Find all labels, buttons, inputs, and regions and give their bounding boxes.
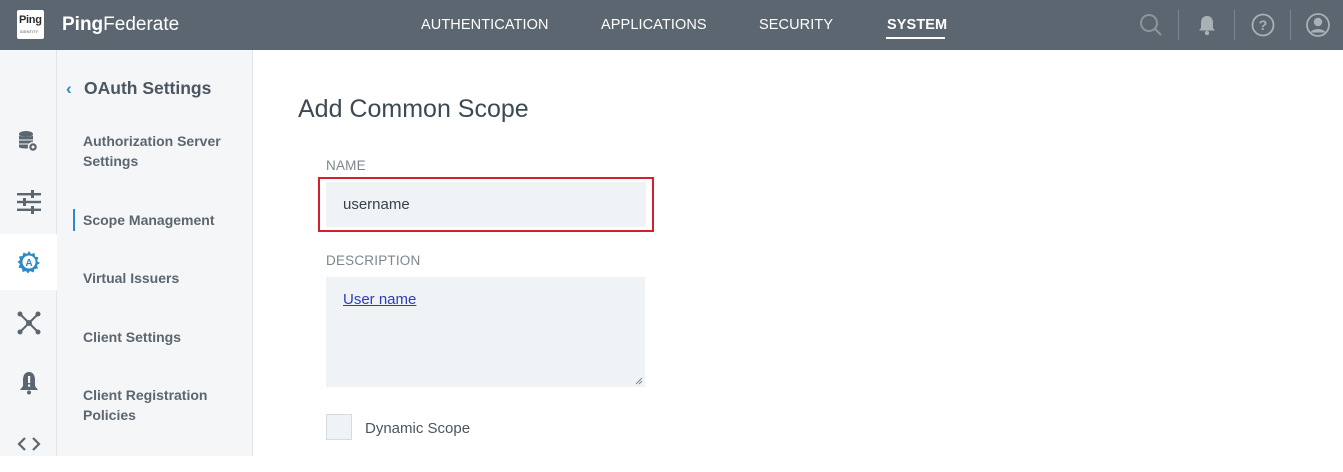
nav-security[interactable]: SECURITY	[759, 17, 833, 33]
bell-icon[interactable]	[1194, 12, 1220, 38]
oauth-settings-subnav: ‹ OAuth Settings Authorization Server Set…	[57, 50, 253, 456]
rail-item-code[interactable]	[0, 416, 57, 472]
data-stores-icon	[19, 131, 39, 153]
description-field[interactable]: User name	[326, 277, 645, 387]
back-link-oauth-settings[interactable]: ‹ OAuth Settings	[66, 78, 211, 99]
name-field-highlight	[318, 177, 654, 232]
name-label: NAME	[326, 158, 366, 173]
top-divider	[1234, 10, 1235, 40]
chevron-left-icon: ‹	[66, 79, 72, 98]
ping-logo[interactable]: Ping IDENTITY	[17, 10, 44, 39]
alerts-icon	[20, 372, 38, 395]
oauth-gear-icon: A	[17, 251, 40, 274]
description-label: DESCRIPTION	[326, 253, 421, 268]
rail-item-alerts[interactable]	[0, 355, 57, 411]
subnav-item-virtual-issuers[interactable]: Virtual Issuers	[83, 268, 243, 288]
logo-subtext: IDENTITY	[20, 29, 39, 34]
svg-text:?: ?	[1259, 17, 1268, 33]
product-name-rest: Federate	[103, 14, 180, 35]
rail-item-oauth[interactable]: A	[0, 234, 57, 290]
subnav-item-client-settings[interactable]: Client Settings	[83, 327, 243, 347]
search-icon[interactable]	[1138, 12, 1164, 38]
subnav-item-authorization-server-settings[interactable]: Authorization Server Settings	[83, 131, 243, 171]
page-title: Add Common Scope	[298, 95, 529, 123]
dynamic-scope-checkbox[interactable]	[326, 414, 352, 440]
resize-handle-icon[interactable]	[635, 377, 643, 385]
svg-text:A: A	[25, 258, 32, 269]
logo-text: Ping	[19, 14, 42, 26]
back-link-label: OAuth Settings	[84, 78, 212, 98]
subnav-item-scope-management[interactable]: Scope Management	[83, 210, 243, 230]
nav-system[interactable]: SYSTEM	[887, 17, 947, 33]
rail-item-data-stores[interactable]	[0, 114, 57, 170]
rail-item-settings[interactable]	[0, 174, 57, 230]
dynamic-scope-label[interactable]: Dynamic Scope	[365, 420, 470, 437]
help-icon[interactable]: ?	[1250, 12, 1276, 38]
product-name: PingFederate	[62, 14, 179, 36]
active-indicator	[73, 209, 75, 231]
product-name-bold: Ping	[62, 14, 104, 35]
top-divider	[1178, 10, 1179, 40]
nav-applications[interactable]: APPLICATIONS	[601, 17, 707, 33]
settings-sliders-icon	[17, 190, 41, 214]
subnav-item-client-registration-policies[interactable]: Client Registration Policies	[83, 385, 243, 425]
user-icon[interactable]	[1305, 12, 1331, 38]
nav-active-underline	[886, 37, 945, 39]
rail-item-network[interactable]	[0, 295, 57, 351]
icon-rail: A	[0, 50, 57, 456]
network-icon	[17, 311, 41, 335]
top-divider	[1290, 10, 1291, 40]
nav-authentication[interactable]: AUTHENTICATION	[421, 17, 549, 33]
description-text: User name	[343, 291, 417, 308]
code-icon	[17, 437, 41, 451]
top-bar: Ping IDENTITY PingFederate AUTHENTICATIO…	[0, 0, 1343, 50]
